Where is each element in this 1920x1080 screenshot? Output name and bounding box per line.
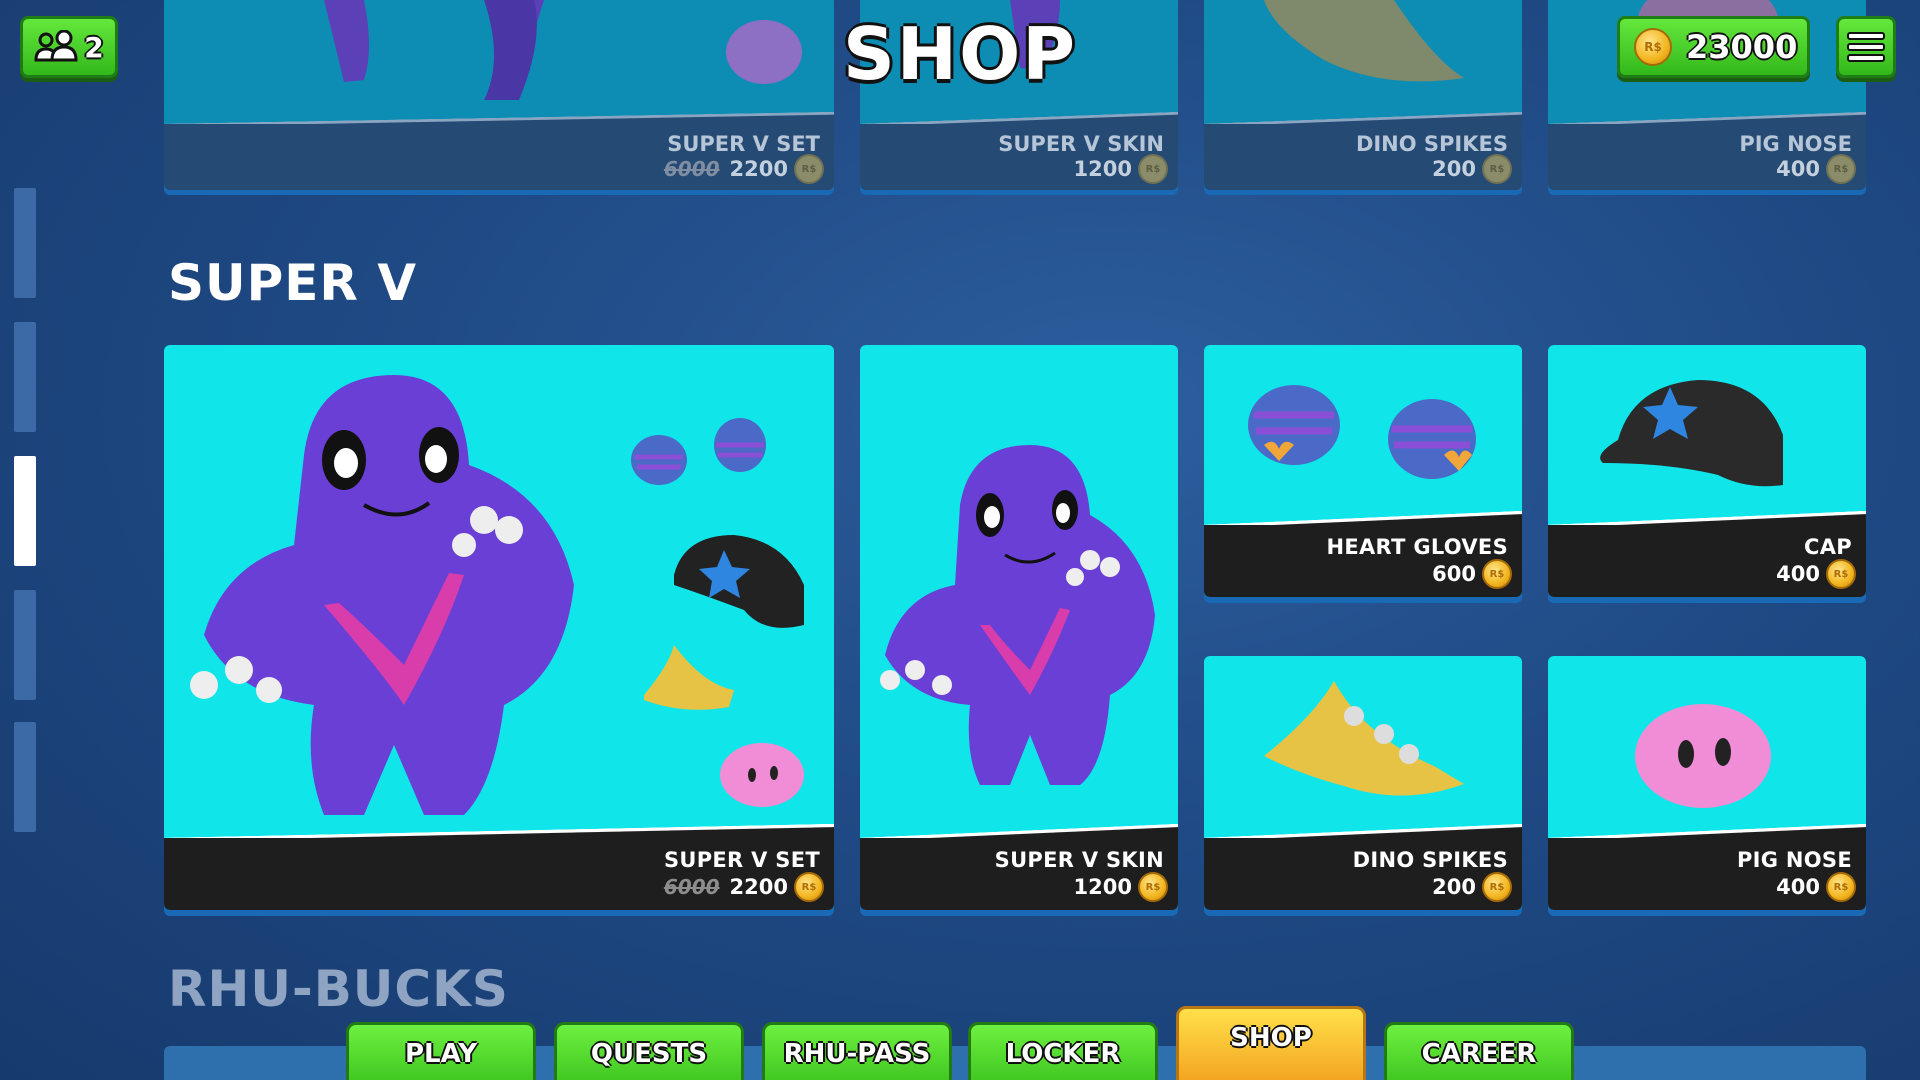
item-name: DINO SPIKES — [1352, 848, 1508, 872]
item-price: 1200 — [1073, 875, 1132, 899]
old-price: 6000 — [663, 875, 720, 899]
coin-icon: R$ — [1826, 559, 1856, 589]
item-price: 2200 — [729, 875, 788, 899]
coin-icon: R$ — [1138, 154, 1168, 184]
item-card-super-v-skin[interactable]: SUPER V SKIN 1200 R$ — [860, 345, 1178, 910]
item-name: CAP — [1804, 535, 1852, 559]
coin-icon: R$ — [1482, 559, 1512, 589]
item-price: 600 — [1432, 562, 1476, 586]
item-price: 2200 — [729, 157, 788, 181]
tab-career[interactable]: CAREER — [1384, 1022, 1574, 1080]
coin-icon: R$ — [1826, 154, 1856, 184]
item-name: HEART GLOVES — [1326, 535, 1508, 559]
item-name: SUPER V SET — [663, 848, 820, 872]
item-card-heart-gloves[interactable]: HEART GLOVES 600 R$ — [1204, 345, 1522, 597]
item-price: 400 — [1776, 157, 1820, 181]
item-name: SUPER V SKIN — [994, 848, 1164, 872]
menu-button[interactable] — [1836, 16, 1896, 78]
item-card-pig-nose[interactable]: PIG NOSE 400 R$ — [1548, 656, 1866, 910]
tab-shop[interactable]: SHOP — [1176, 1006, 1366, 1080]
item-card-super-v-set[interactable]: SUPER V SET 6000 2200 R$ — [164, 345, 834, 910]
item-name: DINO SPIKES — [1355, 132, 1508, 156]
coin-icon: R$ — [1634, 28, 1672, 66]
page-indicator-dot[interactable] — [14, 188, 36, 298]
next-section-title: RHU-BUCKS — [168, 960, 509, 1018]
item-name: PIG NOSE — [1739, 132, 1852, 156]
tab-rhu-pass[interactable]: RHU-PASS — [762, 1022, 952, 1080]
page-indicator-dot-active[interactable] — [14, 456, 36, 566]
item-name: SUPER V SKIN — [998, 132, 1164, 156]
coin-icon: R$ — [794, 872, 824, 902]
coin-icon: R$ — [1482, 154, 1512, 184]
coin-icon: R$ — [794, 154, 824, 184]
page-indicator-dot[interactable] — [14, 722, 36, 832]
item-name: SUPER V SET — [667, 132, 820, 156]
page-indicator-dot[interactable] — [14, 322, 36, 432]
item-price: 200 — [1432, 157, 1476, 181]
item-name: PIG NOSE — [1736, 848, 1852, 872]
currency-amount: 23000 — [1686, 28, 1798, 66]
coin-icon: R$ — [1826, 872, 1856, 902]
item-price: 400 — [1776, 562, 1820, 586]
currency-display[interactable]: R$ 23000 — [1617, 16, 1810, 78]
tab-quests[interactable]: QUESTS — [554, 1022, 744, 1080]
section-title: SUPER V — [168, 254, 418, 312]
item-card-cap[interactable]: CAP 400 R$ — [1548, 345, 1866, 597]
item-price: 400 — [1776, 875, 1820, 899]
tab-locker[interactable]: LOCKER — [968, 1022, 1158, 1080]
coin-icon: R$ — [1482, 872, 1512, 902]
item-price: 1200 — [1073, 157, 1132, 181]
old-price: 6000 — [663, 157, 720, 181]
hamburger-menu-icon — [1847, 32, 1885, 62]
coin-icon: R$ — [1138, 872, 1168, 902]
item-card-dino-spikes[interactable]: DINO SPIKES 200 R$ — [1204, 656, 1522, 910]
tab-play[interactable]: PLAY — [346, 1022, 536, 1080]
item-price: 200 — [1432, 875, 1476, 899]
page-indicator-dot[interactable] — [14, 590, 36, 700]
